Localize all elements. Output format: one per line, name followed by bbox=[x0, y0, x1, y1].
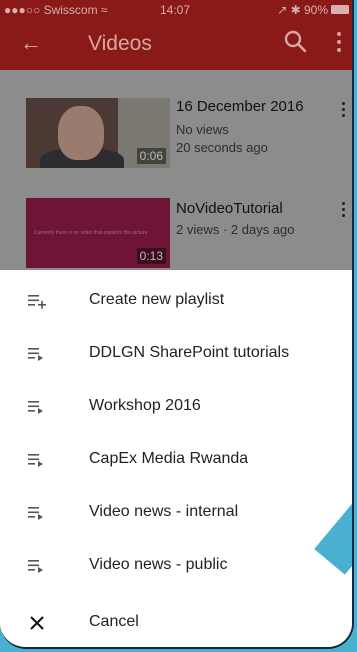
duration-badge: 0:06 bbox=[136, 148, 166, 164]
status-bar: ●●●○○ Swisscom ≈ 14:07 ↗ ✱ 90% bbox=[0, 0, 352, 20]
playlist-play-icon bbox=[28, 348, 43, 361]
page-title: Videos bbox=[88, 32, 152, 55]
phone-screen: ●●●○○ Swisscom ≈ 14:07 ↗ ✱ 90% ← Videos … bbox=[0, 0, 354, 649]
list-item[interactable]: 0:06 16 December 2016 No views 20 second… bbox=[0, 70, 352, 170]
video-views: No views bbox=[176, 122, 229, 137]
item-label: Video news - internal bbox=[89, 503, 239, 520]
video-thumbnail[interactable]: 0:06 bbox=[26, 98, 170, 168]
kebab-icon[interactable] bbox=[342, 202, 346, 220]
video-age: 20 seconds ago bbox=[176, 140, 268, 155]
duration-badge: 0:13 bbox=[136, 248, 166, 264]
arrow-left-icon[interactable]: ← bbox=[20, 30, 42, 56]
status-indicators: ↗ ✱ 90% bbox=[277, 3, 328, 17]
item-label: CapEx Media Rwanda bbox=[89, 450, 249, 467]
playlist-play-icon bbox=[28, 454, 43, 467]
item-label: Cancel bbox=[89, 613, 139, 630]
video-list: 0:06 16 December 2016 No views 20 second… bbox=[0, 70, 352, 270]
playlist-play-icon bbox=[28, 560, 43, 573]
video-title: NoVideoTutorial bbox=[176, 200, 283, 217]
item-label: Video news - public bbox=[89, 556, 228, 573]
playlist-play-icon bbox=[28, 401, 43, 414]
playlist-item[interactable]: Video news - internal bbox=[0, 487, 352, 539]
kebab-icon[interactable] bbox=[342, 102, 346, 120]
playlist-add-icon bbox=[28, 295, 46, 309]
video-meta: 2 views · 2 days ago bbox=[176, 222, 295, 237]
close-icon bbox=[30, 616, 44, 630]
playlist-item[interactable]: Workshop 2016 bbox=[0, 381, 352, 433]
item-label: DDLGN SharePoint tutorials bbox=[89, 344, 290, 361]
cancel-button[interactable]: Cancel bbox=[0, 602, 352, 647]
item-label: Create new playlist bbox=[89, 291, 225, 308]
item-label: Workshop 2016 bbox=[89, 397, 201, 414]
clock: 14:07 bbox=[160, 3, 191, 17]
video-title: 16 December 2016 bbox=[176, 98, 304, 115]
kebab-icon[interactable] bbox=[336, 32, 342, 56]
carrier-label: ●●●○○ Swisscom ≈ bbox=[4, 3, 108, 17]
playlist-item[interactable]: DDLGN SharePoint tutorials bbox=[0, 328, 352, 380]
playlist-play-icon bbox=[28, 507, 43, 520]
create-playlist-item[interactable]: Create new playlist bbox=[0, 275, 352, 327]
playlist-item[interactable]: Video news - public bbox=[0, 540, 352, 592]
search-icon[interactable] bbox=[283, 29, 309, 55]
list-item[interactable]: Currently there is no video that explain… bbox=[0, 170, 352, 270]
app-bar: ← Videos bbox=[0, 20, 352, 70]
add-to-playlist-sheet: Create new playlist DDLGN SharePoint tut… bbox=[0, 270, 352, 647]
battery-icon bbox=[331, 5, 349, 14]
playlist-item[interactable]: CapEx Media Rwanda bbox=[0, 434, 352, 486]
video-thumbnail[interactable]: Currently there is no video that explain… bbox=[26, 198, 170, 268]
